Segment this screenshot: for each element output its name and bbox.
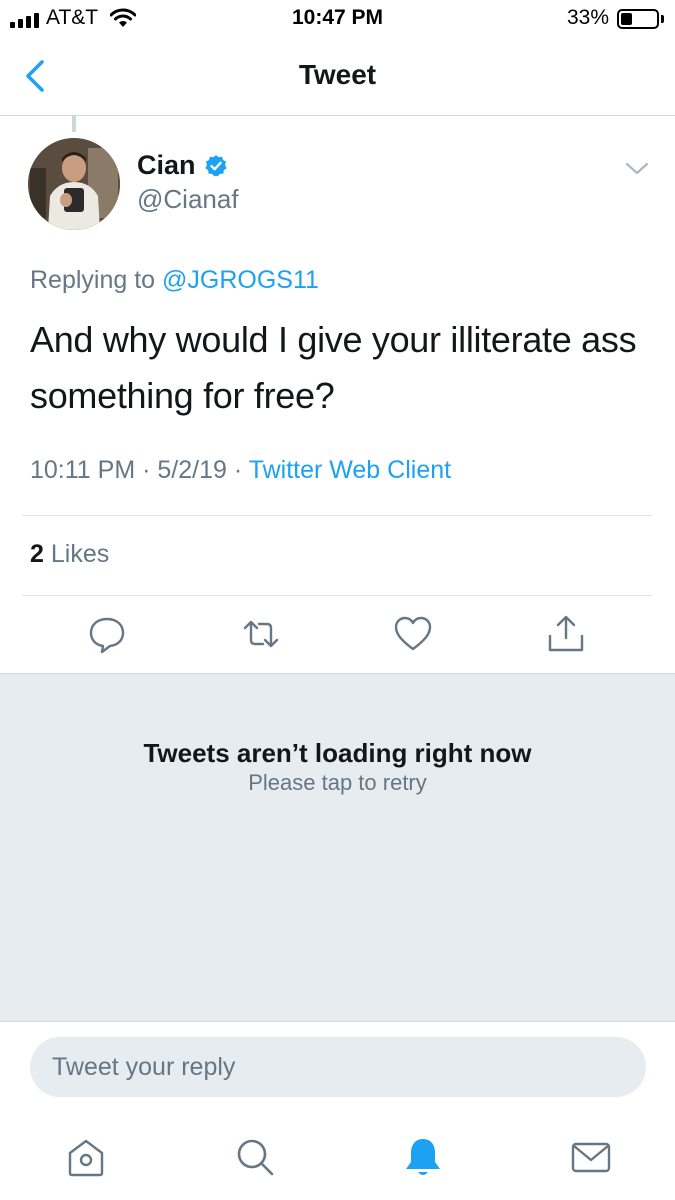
like-icon[interactable] <box>393 614 433 654</box>
home-icon[interactable] <box>64 1135 108 1179</box>
messages-icon[interactable] <box>569 1135 613 1179</box>
meta-separator: · <box>142 456 151 484</box>
chevron-down-icon[interactable] <box>622 157 652 181</box>
likes-label: Likes <box>50 540 110 568</box>
tweet-text: And why would I give your illiterate ass… <box>30 319 637 416</box>
retry-link[interactable]: Please tap to retry <box>0 770 675 796</box>
reply-bar <box>0 1021 675 1117</box>
replying-prefix: Replying to <box>30 266 156 294</box>
tweet-client-link[interactable]: Twitter Web Client <box>249 456 451 484</box>
page-title: Tweet <box>298 59 377 90</box>
tweet-date: 5/2/19 <box>157 456 227 484</box>
battery-percent: 33% <box>567 6 610 29</box>
verified-badge-icon <box>204 154 227 176</box>
status-bar: AT&T 10:47 PM 33% <box>0 0 675 40</box>
divider <box>22 515 652 516</box>
avatar[interactable] <box>28 138 120 230</box>
retweet-icon[interactable] <box>241 614 281 654</box>
likes-count: 2 <box>30 540 44 568</box>
tweet-meta: 10:11 PM · 5/2/19 · Twitter Web Client <box>30 456 451 485</box>
battery-fill <box>621 13 632 25</box>
reply-icon[interactable] <box>87 614 127 654</box>
error-title: Tweets aren’t loading right now <box>143 738 532 768</box>
tab-bar <box>0 1117 675 1200</box>
replying-to-handle-link[interactable]: @JGROGS11 <box>162 266 319 294</box>
battery-icon <box>617 9 659 29</box>
share-icon[interactable] <box>546 614 586 654</box>
notifications-icon[interactable] <box>401 1135 445 1179</box>
tweets-error-panel[interactable]: Tweets aren’t loading right now Please t… <box>0 673 675 1021</box>
battery-tip <box>661 15 664 23</box>
reply-input[interactable] <box>30 1037 646 1097</box>
replying-to: Replying to @JGROGS11 <box>30 266 319 295</box>
likes-count-link[interactable]: 2 Likes <box>30 540 109 569</box>
navigation-bar: Tweet <box>0 40 675 116</box>
meta-separator: · <box>233 456 243 484</box>
tweet-time: 10:11 PM <box>30 456 136 484</box>
thread-line <box>72 116 76 132</box>
author-name-row[interactable]: Cian <box>137 150 228 181</box>
author-handle[interactable]: @Cianaf <box>137 184 239 215</box>
divider <box>22 595 652 596</box>
author-name: Cian <box>137 150 196 180</box>
search-icon[interactable] <box>233 1135 277 1179</box>
